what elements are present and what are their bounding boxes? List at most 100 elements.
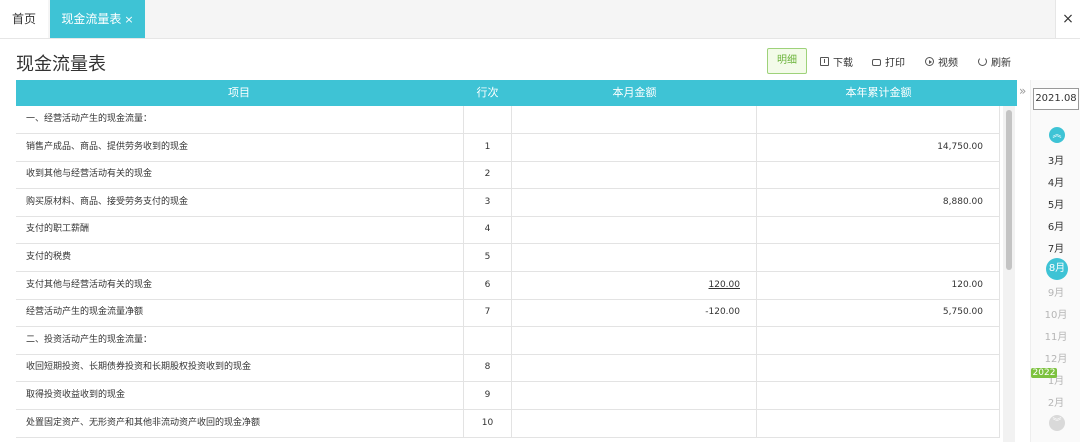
video-button[interactable]: 视频 [925,54,958,69]
printer-icon [872,59,881,66]
close-icon[interactable]: × [1055,0,1080,38]
tab-close-icon[interactable]: × [124,13,133,26]
row-number-cell: 10 [463,409,512,437]
year-badge: 2022 [1031,368,1057,378]
row-number-cell: 2 [463,161,512,189]
table-row: 取得投资收益收到的现金 9 [16,382,1000,410]
month-item-current[interactable]: 8月 [1046,258,1068,280]
row-item-cell: 一、经营活动产生的现金流量： [26,114,153,124]
detail-button[interactable]: 明细 [767,48,807,74]
year-amount-cell[interactable] [757,382,1000,409]
row-number-cell: 6 [463,271,512,299]
chevron-up-icon[interactable]: ︽ [1049,127,1065,143]
tab-cash-flow-label: 现金流量表 [61,12,122,26]
row-number-cell: 3 [463,188,512,216]
month-item[interactable]: 9月 [1031,284,1080,299]
month-item[interactable]: 4月 [1031,174,1080,189]
row-number-cell: 4 [463,216,512,244]
month-amount-cell[interactable] [512,326,757,354]
year-amount-cell[interactable] [757,106,1000,133]
month-amount-cell[interactable] [512,133,757,161]
page-title: 现金流量表 [16,54,106,75]
month-item[interactable]: 12月 [1031,350,1080,365]
month-amount-cell[interactable] [512,161,757,189]
table-row: 经营活动产生的现金流量净额 7 -120.00 5,750.00 [16,299,1000,328]
month-item[interactable]: 3月 [1031,152,1080,167]
download-button[interactable]: 下载 [820,54,853,69]
year-amount-cell[interactable]: 8,880.00 [757,188,1000,216]
scrollbar-thumb[interactable] [1006,110,1012,270]
month-amount-cell[interactable] [512,244,757,271]
chevron-down-icon[interactable]: ︾ [1049,415,1065,431]
table-row: 二、投资活动产生的现金流量： [16,326,1000,355]
table-row: 支付的职工薪酬 4 [16,216,1000,245]
month-amount-cell[interactable] [512,216,757,244]
column-header-item: 项目 [228,86,250,99]
month-item[interactable]: 7月 [1031,240,1080,255]
year-amount-cell[interactable] [757,161,1000,189]
year-amount-cell[interactable]: 120.00 [757,271,1000,299]
row-item-cell: 收回短期投资、长期债券投资和长期股权投资收到的现金 [26,362,252,373]
month-item[interactable]: 5月 [1031,196,1080,211]
table-row: 收回短期投资、长期债券投资和长期股权投资收到的现金 8 [16,354,1000,383]
year-amount-cell[interactable] [757,244,1000,271]
column-header-row-no: 行次 [476,86,499,99]
row-item-cell: 支付的职工薪酬 [26,224,90,235]
month-item[interactable]: 6月 [1031,218,1080,233]
tab-bar: 首页 现金流量表 × × [0,0,1080,39]
month-amount-cell[interactable] [512,188,757,216]
year-amount-cell[interactable] [757,354,1000,382]
month-item[interactable]: 11月 [1031,328,1080,343]
month-amount-cell[interactable] [512,106,757,133]
year-amount-cell[interactable]: 5,750.00 [757,299,1000,327]
print-button[interactable]: 打印 [872,54,905,69]
row-item-cell: 二、投资活动产生的现金流量： [26,334,153,345]
table-row: 收到其他与经营活动有关的现金 2 [16,161,1000,190]
month-item[interactable]: 2月 [1031,394,1080,409]
table-row: 销售产成品、商品、提供劳务收到的现金 1 14,750.00 [16,133,1000,162]
refresh-button[interactable]: 刷新 [978,54,1011,69]
column-header-year-amount: 本年累计金额 [845,86,912,99]
row-number-cell: 8 [463,354,512,382]
video-label: 视频 [938,58,958,69]
month-amount-cell[interactable] [512,354,757,382]
row-item-cell: 处置固定资产、无形资产和其他非流动资产收回的现金净额 [26,417,261,428]
month-amount-cell[interactable]: -120.00 [512,299,757,327]
table-row: 支付的税费 5 [16,244,1000,272]
year-amount-cell[interactable] [757,216,1000,244]
row-item-cell: 取得投资收益收到的现金 [26,390,126,400]
current-period[interactable]: 2021.08 [1033,88,1079,110]
row-item-cell: 收到其他与经营活动有关的现金 [26,169,153,180]
row-number-cell: 5 [463,244,512,271]
year-amount-cell[interactable] [757,326,1000,354]
row-number-cell: 9 [463,382,512,409]
month-item[interactable]: 10月 [1031,306,1080,321]
year-amount-cell[interactable] [757,409,1000,437]
table-row: 支付其他与经营活动有关的现金 6 120.00 120.00 [16,271,1000,300]
month-amount-cell[interactable] [512,382,757,409]
play-icon [925,57,934,66]
row-item-cell: 购买原材料、商品、接受劳务支付的现金 [26,196,189,207]
row-number-cell [463,326,512,354]
header-scroll-spacer [1000,80,1017,106]
cash-flow-table: 项目 行次 本月金额 本年累计金额 一、经营活动产生的现金流量： 销售产成品、商品… [16,80,1017,442]
tab-cash-flow[interactable]: 现金流量表 × [50,0,145,38]
download-icon [820,57,829,66]
vertical-scrollbar[interactable] [1003,106,1015,442]
column-header-month-amount: 本月金额 [612,86,657,99]
collapse-panel-icon[interactable]: » [1019,84,1026,98]
table-row: 一、经营活动产生的现金流量： [16,106,1000,134]
row-number-cell: 7 [463,299,512,327]
month-amount-cell[interactable]: 120.00 [512,271,757,299]
year-amount-cell[interactable]: 14,750.00 [757,133,1000,161]
tab-home[interactable]: 首页 [0,0,48,38]
row-number-cell [463,106,512,133]
period-panel: 2021.08 ︽ 3月 4月 5月 6月 7月 8月 9月 10月 11月 12月 1月 2月 20… [1030,80,1080,442]
month-amount-cell[interactable] [512,409,757,437]
table-row: 处置固定资产、无形资产和其他非流动资产收回的现金净额 10 [16,409,1000,438]
refresh-icon [978,57,987,66]
row-item-cell: 经营活动产生的现金流量净额 [26,307,144,318]
row-item-cell: 销售产成品、商品、提供劳务收到的现金 [26,141,189,152]
print-label: 打印 [885,58,905,69]
row-number-cell: 1 [463,133,512,161]
